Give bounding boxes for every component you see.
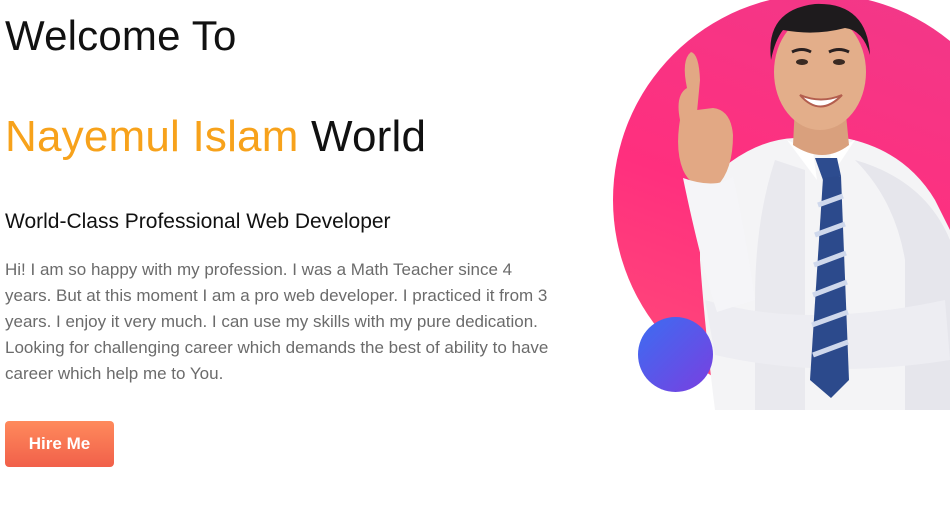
hero-section: Welcome To Nayemul Islam World World-Cla…	[0, 0, 950, 525]
welcome-heading: Welcome To	[5, 12, 237, 59]
hire-me-button[interactable]: Hire Me	[5, 421, 114, 467]
name-accent: Nayemul Islam	[5, 112, 299, 161]
hero-bio: Hi! I am so happy with my profession. I …	[5, 260, 549, 383]
hero-subtitle: World-Class Professional Web Developer	[5, 210, 391, 233]
hero-visual	[605, 0, 950, 525]
name-rest: World	[311, 112, 427, 161]
decorative-blue-circle	[638, 317, 713, 392]
name-heading: Nayemul Islam World	[5, 112, 426, 162]
